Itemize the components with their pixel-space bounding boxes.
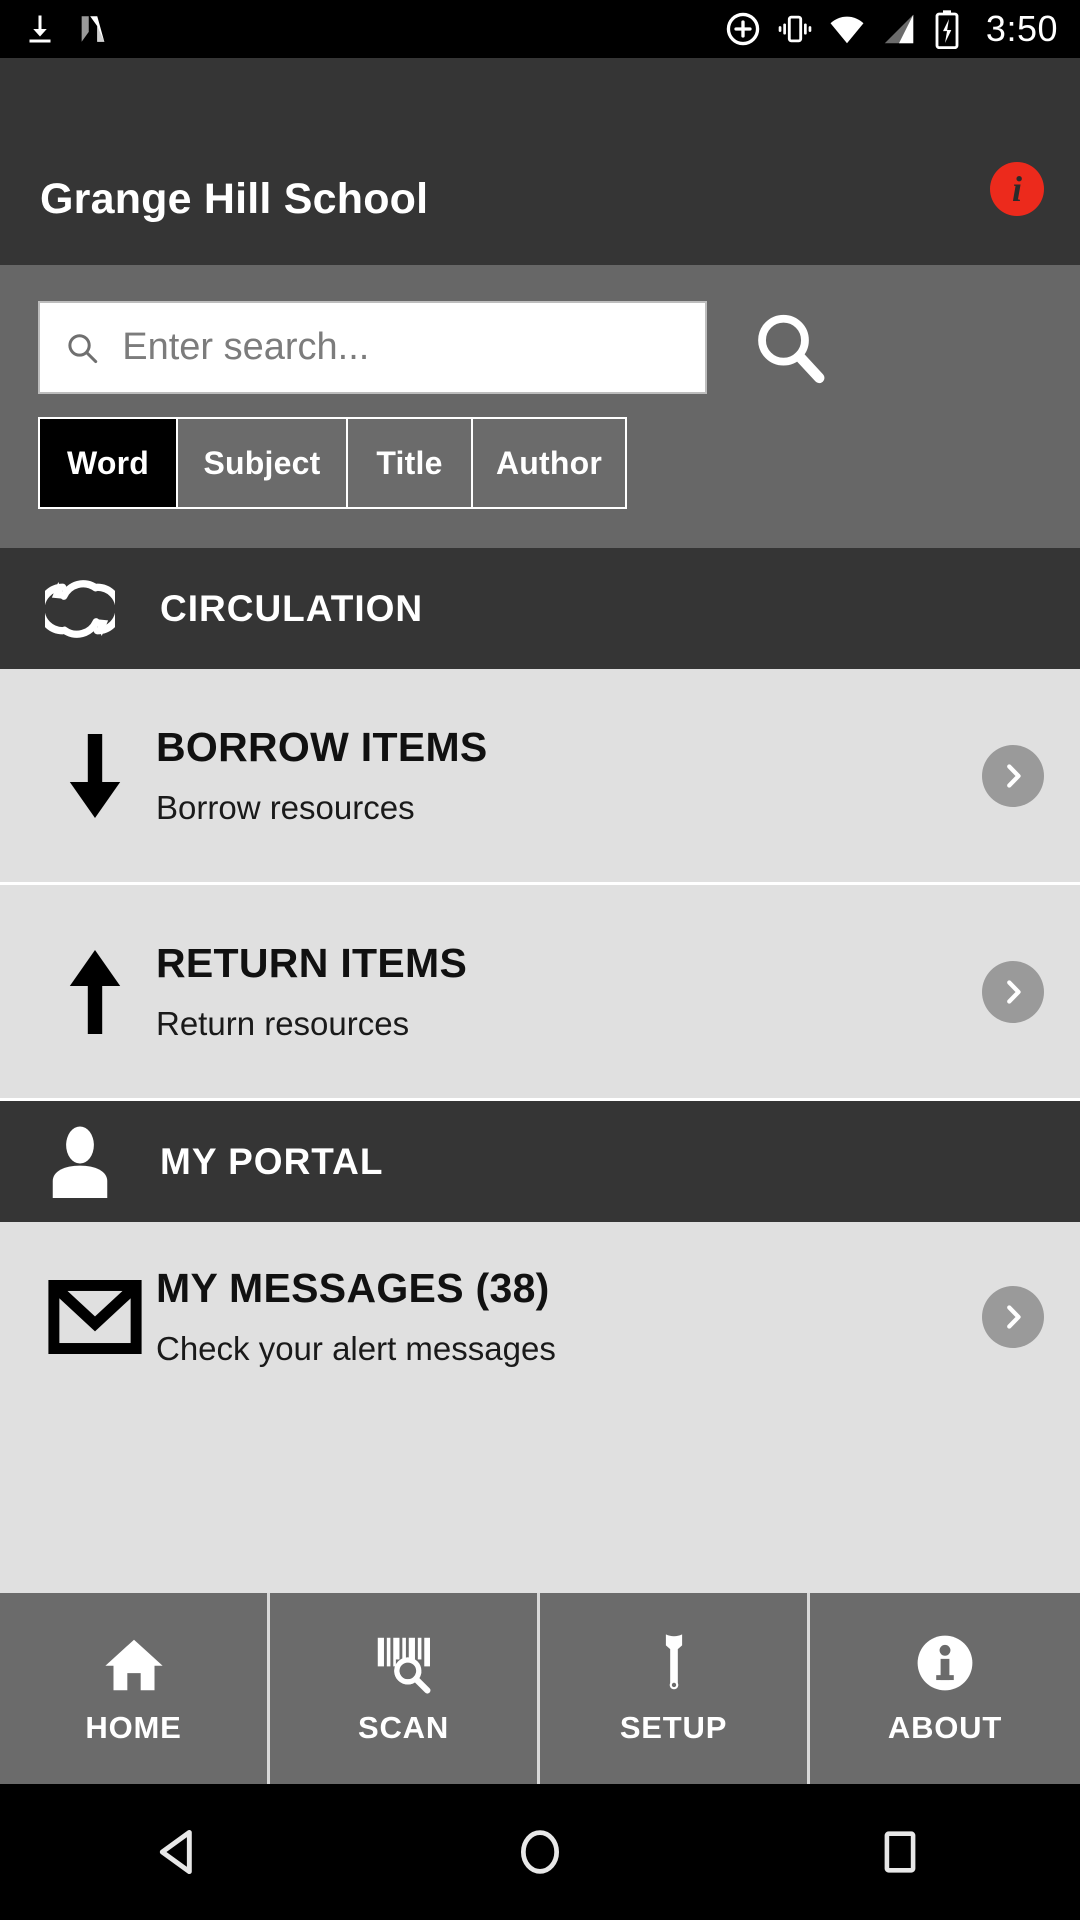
arrow-down-icon (34, 730, 156, 822)
section-label-circulation: CIRCULATION (160, 587, 424, 629)
nav-item-scan[interactable]: SCAN (270, 1593, 540, 1784)
info-icon-glyph: i (1011, 169, 1022, 209)
tab-title-label: Title (376, 444, 443, 481)
home-icon (103, 1632, 165, 1694)
tab-title[interactable]: Title (348, 419, 473, 507)
nav-label-home: HOME (85, 1709, 182, 1745)
search-input[interactable] (122, 326, 681, 369)
list-item-subtitle: Check your alert messages (156, 1330, 556, 1368)
app-bar: Grange Hill School i (0, 58, 1080, 265)
download-icon (29, 15, 51, 43)
list-item-subtitle: Return resources (156, 1004, 410, 1042)
arrow-up-icon (34, 946, 156, 1038)
list-item-title: RETURN ITEMS (156, 939, 468, 986)
chevron-right-icon[interactable] (982, 744, 1044, 807)
status-bar-right-icons: 3:50 (724, 9, 1058, 49)
battery-charging-icon (935, 10, 959, 49)
tab-subject-label: Subject (203, 444, 321, 481)
tab-word-label: Word (67, 444, 149, 481)
back-button[interactable] (90, 1784, 270, 1920)
search-submit-button[interactable] (745, 303, 835, 393)
nav-label-about: ABOUT (887, 1709, 1003, 1745)
envelope-icon (34, 1280, 156, 1354)
search-icon (758, 314, 825, 383)
barcode-scan-icon (373, 1632, 435, 1694)
list-item-subtitle: Borrow resources (156, 788, 415, 826)
tab-author[interactable]: Author (473, 419, 625, 507)
tab-word[interactable]: Word (40, 419, 178, 507)
cell-signal-icon (884, 14, 914, 44)
tab-author-label: Author (495, 444, 603, 481)
android-navigation-bar (0, 1784, 1080, 1920)
status-bar-left-icons (22, 11, 110, 47)
bottom-navigation-bar: HOME SCAN SETUP ABOUT (0, 1593, 1080, 1784)
section-header-circulation: CIRCULATION (0, 548, 1080, 669)
person-icon (44, 1121, 116, 1203)
status-bar: 3:50 (0, 0, 1080, 58)
list-item-title: MY MESSAGES (38) (156, 1265, 550, 1312)
search-field[interactable] (38, 301, 707, 394)
add-circle-icon (726, 12, 760, 46)
list-item-my-messages[interactable]: MY MESSAGES (38) Check your alert messag… (0, 1222, 1080, 1412)
app-screen: 3:50 Grange Hill School i Enter search..… (0, 0, 1080, 1920)
nav-item-setup[interactable]: SETUP (540, 1593, 810, 1784)
list-item-borrow-items[interactable]: BORROW ITEMS Borrow resources (0, 669, 1080, 885)
vibrate-icon (778, 15, 812, 43)
status-bar-clock: 3:50 (985, 8, 1058, 49)
section-label-my-portal: MY PORTAL (160, 1140, 384, 1182)
wrench-icon (650, 1632, 698, 1694)
list-item-title: BORROW ITEMS (156, 723, 488, 770)
nougat-n-icon (81, 16, 105, 42)
recents-button[interactable] (810, 1784, 990, 1920)
sync-arrows-icon (44, 570, 116, 648)
nav-item-about[interactable]: ABOUT (810, 1593, 1080, 1784)
list-item-text: BORROW ITEMS Borrow resources (156, 723, 982, 826)
triangle-back-icon (159, 1829, 192, 1875)
nav-label-setup: SETUP (619, 1709, 728, 1745)
list-item-return-items[interactable]: RETURN ITEMS Return resources (0, 885, 1080, 1101)
list-item-text: RETURN ITEMS Return resources (156, 939, 982, 1042)
app-title: Grange Hill School (40, 175, 429, 223)
nav-label-scan: SCAN (357, 1709, 450, 1745)
info-icon[interactable]: i (990, 162, 1044, 216)
nav-item-home[interactable]: HOME (0, 1593, 270, 1784)
chevron-right-icon[interactable] (982, 960, 1044, 1023)
home-button[interactable] (450, 1784, 630, 1920)
tab-subject[interactable]: Subject (178, 419, 348, 507)
chevron-right-icon[interactable] (982, 1286, 1044, 1348)
square-recents-icon (884, 1831, 916, 1873)
search-section: Word Subject Title Author (0, 265, 1080, 548)
wifi-icon (830, 16, 864, 44)
circle-home-icon (520, 1830, 560, 1874)
info-circle-icon (914, 1632, 976, 1694)
search-scope-tabs: Word Subject Title Author (38, 417, 627, 509)
list-item-text: MY MESSAGES (38) Check your alert messag… (156, 1267, 982, 1367)
search-icon (68, 333, 98, 363)
search-row (0, 301, 1080, 394)
section-header-my-portal: MY PORTAL (0, 1101, 1080, 1222)
